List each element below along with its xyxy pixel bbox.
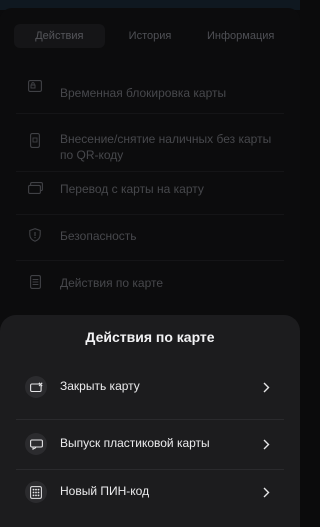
divider: [16, 214, 284, 215]
menu-item-label: Безопасность: [60, 229, 137, 243]
phone-qr-icon: [27, 132, 43, 148]
card-actions-sheet: Действия по карте Закрыть карту Выпуск п…: [0, 315, 300, 527]
shield-icon: [27, 227, 43, 243]
document-list-icon: [27, 274, 43, 290]
new-pin-button[interactable]: Новый ПИН-код: [0, 469, 300, 517]
menu-item-card-actions[interactable]: Действия по карте: [0, 274, 300, 294]
tab-info[interactable]: Информация: [195, 24, 286, 48]
chevron-right-icon: [259, 483, 273, 501]
action-label: Новый ПИН-код: [60, 484, 150, 498]
menu-item-label: Внесение/снятие наличных без карты по QR…: [60, 132, 272, 162]
chevron-right-icon: [259, 435, 273, 453]
menu-item-temp-block[interactable]: Временная блокировка карты: [0, 76, 300, 100]
card-transfer-icon: [27, 180, 43, 196]
menu-item-security[interactable]: Безопасность: [0, 227, 300, 247]
menu-item-qr-cash[interactable]: Внесение/снятие наличных без карты по QR…: [0, 126, 300, 162]
issue-plastic-card-button[interactable]: Выпуск пластиковой карты: [0, 421, 300, 469]
menu-item-label: Действия по карте: [60, 276, 164, 290]
pin-keypad-icon: [25, 481, 47, 503]
plastic-card-icon: [25, 433, 47, 455]
tab-history[interactable]: История: [105, 24, 196, 48]
action-label: Выпуск пластиковой карты: [60, 436, 210, 450]
menu-item-label: Временная блокировка карты: [60, 86, 227, 100]
divider: [16, 419, 284, 420]
divider: [16, 260, 284, 261]
action-label: Закрыть карту: [60, 379, 140, 393]
tab-actions[interactable]: Действия: [14, 24, 105, 48]
close-card-icon: [25, 376, 47, 398]
chevron-right-icon: [259, 378, 273, 396]
lock-card-icon: [27, 78, 43, 94]
card-screen: Действия История Информация Временная бл…: [0, 8, 300, 527]
menu-item-label: Перевод с карты на карту: [60, 182, 204, 196]
tab-bar: Действия История Информация: [14, 24, 286, 48]
divider: [16, 113, 284, 114]
divider: [16, 171, 284, 172]
menu-item-card-transfer[interactable]: Перевод с карты на карту: [0, 180, 300, 200]
sheet-title: Действия по карте: [85, 329, 215, 345]
close-card-button[interactable]: Закрыть карту: [0, 364, 300, 412]
